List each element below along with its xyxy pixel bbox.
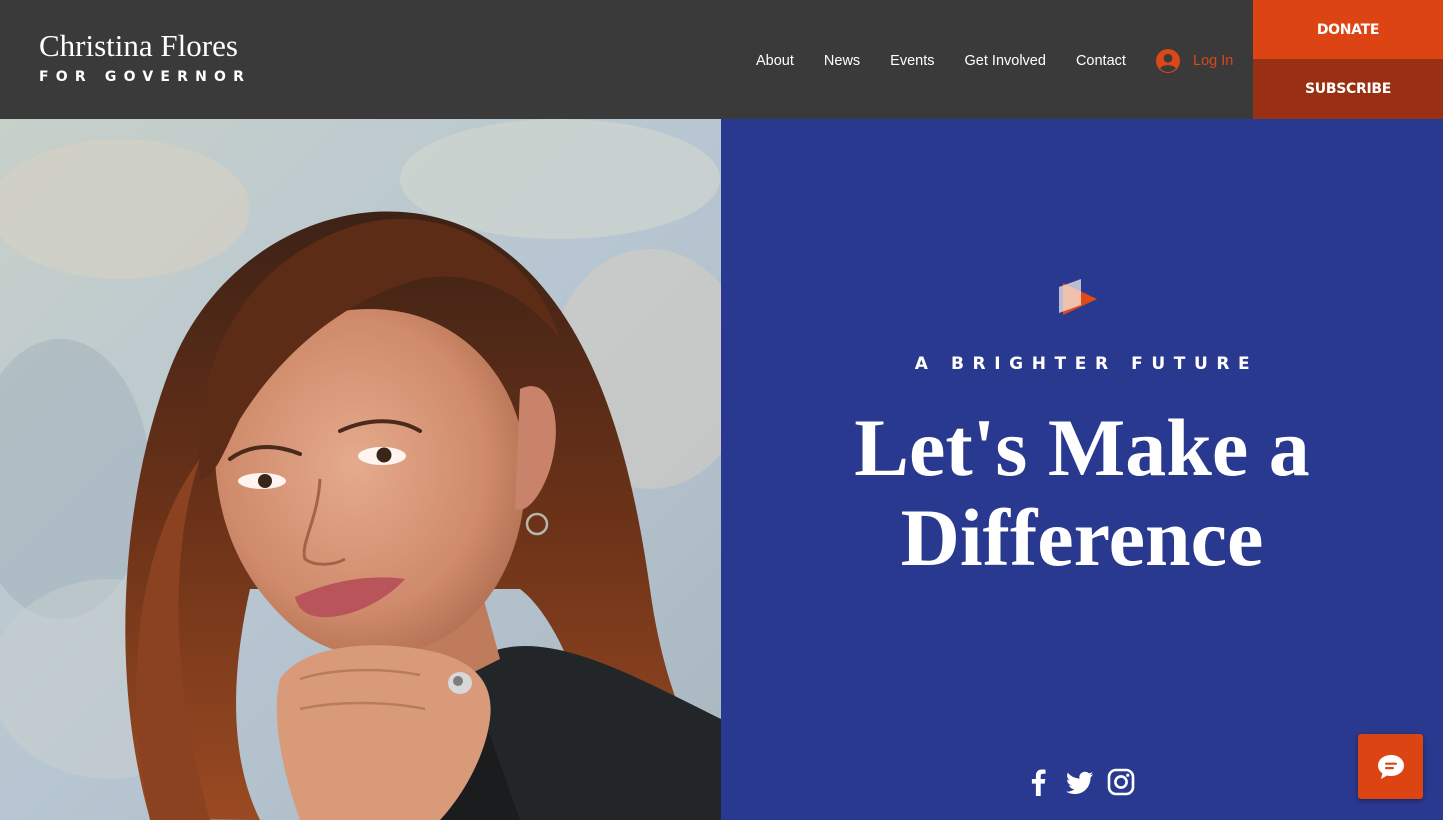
login-label: Log In xyxy=(1193,53,1234,69)
hero-headline-line1: Let's Make a xyxy=(854,402,1310,493)
chat-button[interactable] xyxy=(1358,734,1423,799)
site-header: Christina Flores FOR GOVERNOR About News… xyxy=(0,0,1443,119)
play-flag-logo-icon xyxy=(1059,279,1097,315)
facebook-icon[interactable] xyxy=(1024,767,1054,797)
hero-headline-line2: Difference xyxy=(900,492,1264,583)
brand-logo[interactable]: Christina Flores FOR GOVERNOR xyxy=(39,28,252,86)
brand-name: Christina Flores xyxy=(39,28,238,63)
nav-about[interactable]: About xyxy=(756,53,794,69)
nav-contact[interactable]: Contact xyxy=(1076,53,1126,69)
hero-headline: Let's Make a Difference xyxy=(721,403,1443,583)
subscribe-button[interactable]: SUBSCRIBE xyxy=(1253,59,1443,119)
donate-button[interactable]: DONATE xyxy=(1253,0,1443,59)
twitter-icon[interactable] xyxy=(1065,767,1095,797)
user-avatar-icon xyxy=(1156,49,1180,73)
hero-eyebrow: A BRIGHTER FUTURE xyxy=(914,354,1259,374)
social-links xyxy=(1024,767,1136,797)
nav-events[interactable]: Events xyxy=(890,53,934,69)
candidate-photo xyxy=(0,119,721,820)
instagram-icon[interactable] xyxy=(1106,767,1136,797)
main-nav: About News Events Get Involved Contact xyxy=(756,51,1126,71)
nav-get-involved[interactable]: Get Involved xyxy=(965,53,1046,69)
nav-news[interactable]: News xyxy=(824,53,860,69)
brand-subtitle: FOR GOVERNOR xyxy=(39,69,252,85)
hero-section: A BRIGHTER FUTURE Let's Make a Differenc… xyxy=(721,119,1443,820)
chat-bubble-icon xyxy=(1377,754,1404,779)
login-button[interactable]: Log In xyxy=(1156,49,1233,73)
